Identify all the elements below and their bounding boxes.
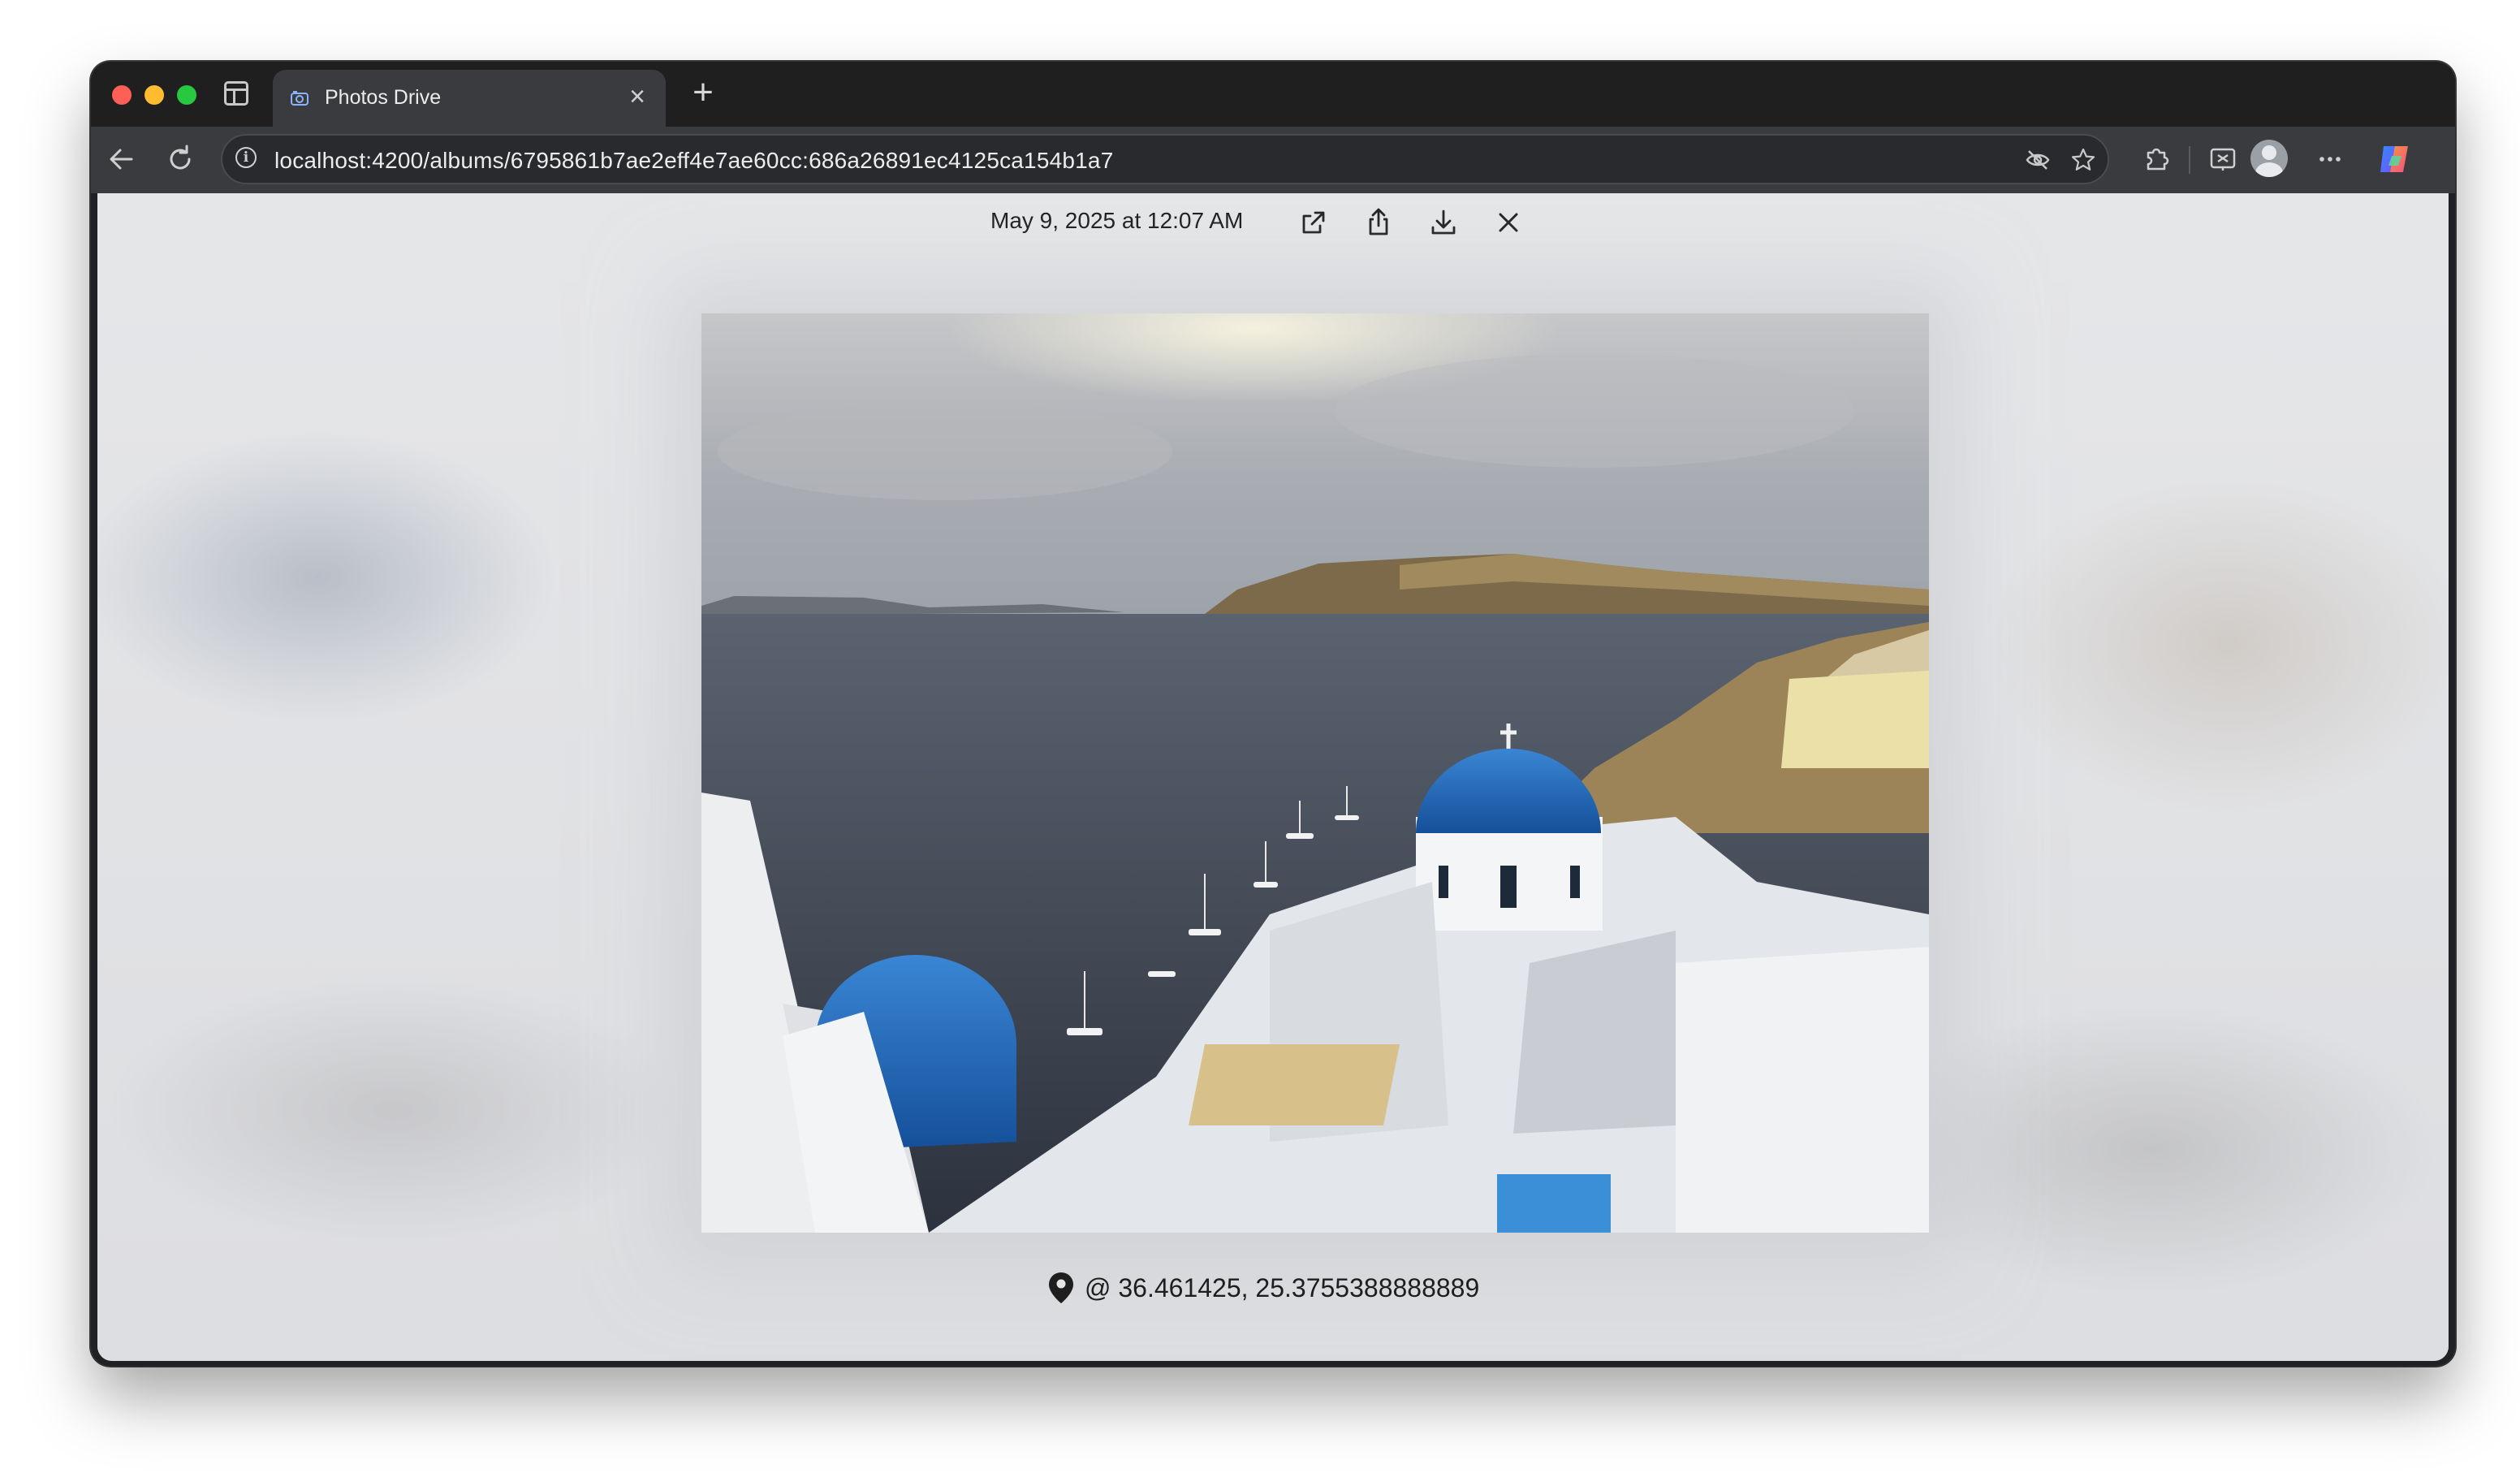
- site-info-icon[interactable]: i: [235, 147, 257, 168]
- more-menu-icon[interactable]: [2312, 141, 2348, 177]
- tracking-prevention-icon[interactable]: [2025, 147, 2051, 173]
- profile-avatar[interactable]: [2250, 140, 2288, 177]
- back-arrow-icon[interactable]: [104, 141, 140, 177]
- close-icon[interactable]: [1492, 206, 1525, 239]
- photo-date: May 9, 2025 at 12:07 AM: [990, 208, 1244, 233]
- extensions-puzzle-icon[interactable]: [2138, 141, 2174, 177]
- photo-location: @ 36.461425, 25.3755388888889: [1047, 1270, 1479, 1306]
- share-icon[interactable]: [1362, 206, 1395, 239]
- maximize-window-button[interactable]: [177, 85, 196, 105]
- browser-window: Photos Drive × + i localhost:4200/albums…: [91, 62, 2455, 1366]
- open-in-new-icon[interactable]: [1297, 206, 1330, 239]
- copilot-icon[interactable]: [2375, 140, 2414, 179]
- tab-title: Photos Drive: [325, 86, 442, 109]
- browser-toolbar: i localhost:4200/albums/6795861b7ae2eff4…: [91, 127, 2455, 193]
- photo-viewer: May 9, 2025 at 12:07 AM @ 36.461425, 25.…: [97, 193, 2449, 1361]
- address-bar[interactable]: i localhost:4200/albums/6795861b7ae2eff4…: [221, 134, 2109, 184]
- minimize-window-button[interactable]: [145, 85, 164, 105]
- download-icon[interactable]: [1427, 206, 1460, 239]
- close-window-button[interactable]: [112, 85, 132, 105]
- close-tab-icon[interactable]: ×: [625, 83, 649, 110]
- reload-icon[interactable]: [162, 141, 198, 177]
- tab-photos-drive[interactable]: Photos Drive ×: [273, 70, 666, 127]
- viewer-top-bar: May 9, 2025 at 12:07 AM: [97, 193, 2449, 250]
- new-tab-button[interactable]: +: [685, 75, 721, 110]
- toolbar-divider: [2189, 146, 2190, 174]
- favorite-star-icon[interactable]: [2070, 147, 2096, 173]
- address-url[interactable]: localhost:4200/albums/6795861b7ae2eff4e7…: [274, 148, 1113, 174]
- screenshot-icon[interactable]: [2205, 141, 2241, 177]
- camera-icon: [291, 91, 309, 106]
- santorini-photo: [701, 313, 1929, 1233]
- location-coordinates[interactable]: @ 36.461425, 25.3755388888889: [1085, 1273, 1479, 1303]
- sidebar-toggle-icon[interactable]: [224, 81, 248, 106]
- tab-strip: Photos Drive × +: [91, 62, 2455, 127]
- location-pin-icon: [1049, 1272, 1073, 1303]
- photo-image: [701, 313, 1929, 1233]
